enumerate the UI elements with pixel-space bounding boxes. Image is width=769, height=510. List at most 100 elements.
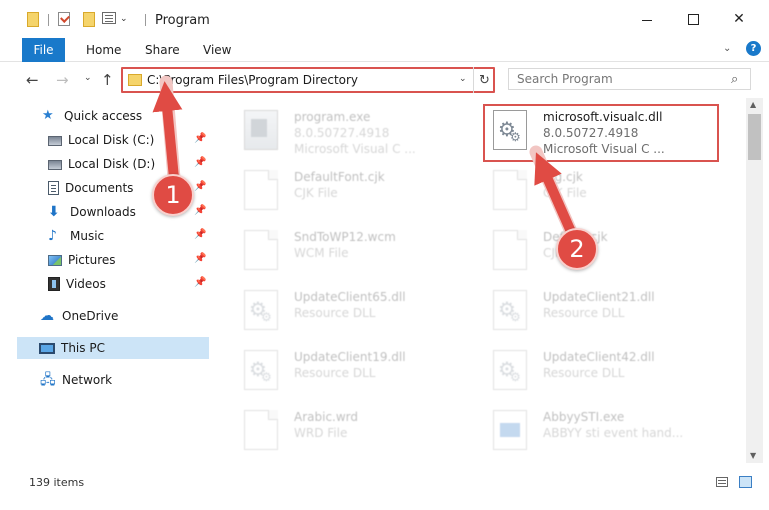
vertical-scrollbar[interactable]: ▲ ▼	[746, 98, 763, 463]
sidebar-item-local-disk-c[interactable]: Local Disk (C:) 📌	[48, 129, 214, 151]
sidebar-item-label: Music	[70, 229, 105, 243]
details-view-icon[interactable]	[716, 477, 728, 487]
search-box[interactable]: ⌕	[508, 68, 751, 90]
search-input[interactable]	[509, 69, 724, 89]
sidebar-item-label: Local Disk (D:)	[68, 157, 156, 171]
help-icon[interactable]: ?	[746, 41, 761, 56]
file-item[interactable]: UpdateClient42.dll Resource DLL	[485, 346, 725, 402]
maximize-button[interactable]	[670, 0, 716, 38]
scroll-down-icon[interactable]: ▼	[750, 451, 756, 460]
chevron-down-icon[interactable]: ⌄	[120, 14, 128, 24]
file-name: Arabic.wrd	[294, 410, 359, 424]
tab-file[interactable]: File	[22, 38, 65, 62]
sidebar-item-label: Videos	[66, 277, 106, 291]
address-path[interactable]: C:\Program Files\Program Directory	[147, 73, 358, 87]
folder-icon	[27, 12, 39, 27]
file-name: program.exe	[294, 110, 371, 124]
recent-locations-button[interactable]: ⌄	[84, 73, 92, 83]
forward-button[interactable]: →	[56, 71, 69, 89]
sidebar-item-pictures[interactable]: Pictures 📌	[48, 249, 214, 271]
folder-icon	[128, 74, 142, 86]
pin-icon: 📌	[194, 253, 207, 264]
file-item[interactable]: Big.cjk CJK File	[485, 166, 725, 222]
pin-icon: 📌	[194, 229, 207, 240]
sidebar-item-local-disk-d[interactable]: Local Disk (D:) 📌	[48, 153, 214, 175]
file-name: SndToWP12.wcm	[294, 230, 396, 244]
sidebar-item-label: Local Disk (C:)	[68, 133, 155, 147]
tab-share[interactable]: Share	[145, 43, 180, 57]
drive-icon	[48, 160, 62, 170]
up-button[interactable]: ↑	[101, 71, 114, 89]
address-bar[interactable]: C:\Program Files\Program Directory ⌄ ↻	[121, 67, 495, 93]
file-item[interactable]: AbbyySTI.exe ABBYY sti event hand...	[485, 406, 725, 462]
highlight-box-dll	[483, 104, 719, 162]
item-count: 139 items	[29, 476, 85, 489]
pin-icon: 📌	[194, 181, 207, 192]
maximize-icon	[687, 13, 699, 25]
back-button[interactable]: ←	[26, 71, 39, 89]
title-bar: ⌄ Program ✕	[0, 0, 769, 38]
address-row: ← → ⌄ ↑ C:\Program Files\Program Directo…	[0, 62, 769, 98]
file-item[interactable]: program.exe 8.0.50727.4918 Microsoft Vis…	[236, 106, 476, 162]
pin-icon: 📌	[194, 205, 207, 216]
computer-icon	[39, 342, 55, 354]
sidebar-item-network[interactable]: 🖧 Network	[40, 369, 112, 391]
file-type: Resource DLL	[543, 306, 625, 320]
file-item[interactable]: SndToWP12.wcm WCM File	[236, 226, 476, 282]
tab-view[interactable]: View	[203, 43, 231, 57]
scroll-up-icon[interactable]: ▲	[750, 100, 756, 109]
dll-gear-icon	[493, 350, 527, 390]
sidebar-item-onedrive[interactable]: ☁ OneDrive	[40, 305, 118, 327]
sidebar-item-music[interactable]: ♪ Music 📌	[48, 225, 214, 247]
sidebar-item-quick-access[interactable]: ★ Quick access	[42, 105, 142, 127]
file-name: Big.cjk	[543, 170, 583, 184]
file-item[interactable]: Default.cjk CJK File	[485, 226, 725, 282]
chevron-down-icon[interactable]: ⌄	[459, 74, 467, 84]
file-name: UpdateClient65.dll	[294, 290, 406, 304]
dll-gear-icon	[244, 290, 278, 330]
tiles-view-icon[interactable]	[739, 476, 752, 488]
file-type: CJK File	[543, 186, 587, 200]
file-type: Resource DLL	[294, 306, 376, 320]
file-icon	[244, 230, 278, 270]
close-button[interactable]: ✕	[716, 0, 762, 38]
window-title: Program	[155, 13, 210, 28]
file-icon	[493, 230, 527, 270]
file-description: ABBYY sti event hand...	[543, 426, 684, 440]
pictures-icon	[48, 254, 62, 266]
file-icon	[493, 170, 527, 210]
star-icon: ★	[42, 108, 54, 123]
expand-ribbon-icon[interactable]: ⌄	[723, 43, 731, 54]
tab-home[interactable]: Home	[86, 43, 121, 57]
file-type: Resource DLL	[543, 366, 625, 380]
search-icon[interactable]: ⌕	[731, 72, 738, 87]
refresh-button[interactable]: ↻	[473, 67, 495, 93]
file-item[interactable]: UpdateClient19.dll Resource DLL	[236, 346, 476, 402]
sidebar-item-videos[interactable]: Videos 📌	[48, 273, 214, 295]
file-type: WRD File	[294, 426, 348, 440]
file-icon	[244, 410, 278, 450]
download-icon: ⬇	[48, 204, 60, 220]
properties-check-icon[interactable]	[58, 12, 70, 26]
file-item[interactable]: DefaultFont.cjk CJK File	[236, 166, 476, 222]
file-description: Microsoft Visual C ...	[294, 142, 416, 156]
file-item[interactable]: UpdateClient65.dll Resource DLL	[236, 286, 476, 342]
sidebar-item-label: Downloads	[70, 205, 136, 219]
sidebar-item-this-pc[interactable]: This PC	[17, 337, 209, 359]
navigation-pane: ★ Quick access Local Disk (C:) 📌 Local D…	[0, 98, 214, 463]
ribbon-tabs: File Home Share View ⌄ ?	[0, 38, 769, 62]
scroll-thumb[interactable]	[748, 114, 761, 160]
dll-gear-icon	[244, 350, 278, 390]
step-1-badge: 1	[152, 174, 194, 216]
file-item[interactable]: UpdateClient21.dll Resource DLL	[485, 286, 725, 342]
file-name: UpdateClient21.dll	[543, 290, 655, 304]
sidebar-item-label: OneDrive	[62, 309, 119, 323]
minimize-button[interactable]	[624, 0, 670, 38]
file-name: AbbyySTI.exe	[543, 410, 625, 424]
sidebar-item-label: Network	[62, 373, 113, 387]
quick-access-toolbar-icon[interactable]	[102, 12, 116, 24]
new-folder-icon[interactable]	[83, 12, 95, 27]
file-item[interactable]: Arabic.wrd WRD File	[236, 406, 476, 462]
videos-icon	[48, 277, 60, 291]
pin-icon: 📌	[194, 277, 207, 288]
